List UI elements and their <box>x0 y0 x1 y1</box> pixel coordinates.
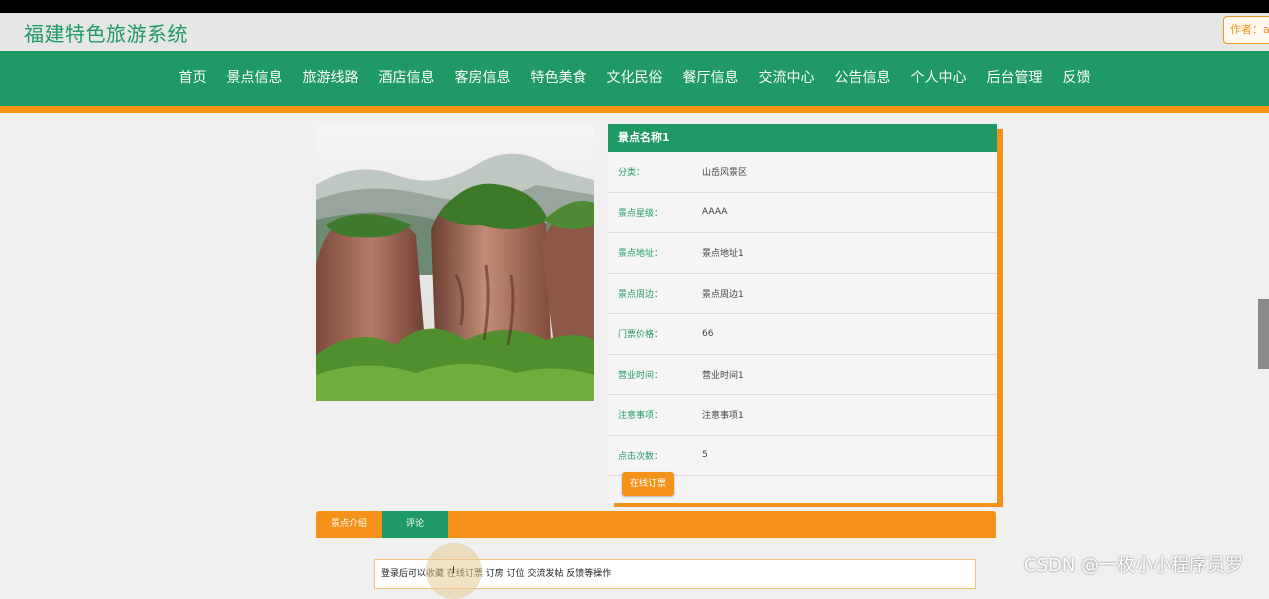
detail-value: AAAA <box>702 207 728 218</box>
nav-items: 首页 景点信息 旅游线路 酒店信息 客房信息 特色美食 文化民俗 餐厅信息 交流中心 公告信息 个人… <box>0 51 1269 106</box>
detail-row: 营业时间： 营业时间1 <box>608 355 997 395</box>
attraction-detail-panel: 景点名称1 分类： 山岳风景区 景点星级： AAAA 景点地址： 景点地址1 景点周边： 景点… <box>608 124 997 503</box>
detail-label: 景点地址： <box>618 249 664 260</box>
detail-value: 山岳风景区 <box>702 168 748 179</box>
detail-label: 门票价格： <box>618 330 664 341</box>
nav-item[interactable]: 交流中心 <box>749 51 825 106</box>
detail-value: 营业时间1 <box>702 370 744 381</box>
nav-item[interactable]: 景点信息 <box>217 51 293 106</box>
nav-item[interactable]: 餐厅信息 <box>673 51 749 106</box>
detail-value: 景点地址1 <box>702 249 744 260</box>
site-title[interactable]: 福建特色旅游系统 <box>24 18 188 47</box>
nav-item[interactable]: 首页 <box>169 51 217 106</box>
author-badge[interactable]: 作者：a <box>1223 16 1269 44</box>
detail-label: 营业时间： <box>618 370 664 381</box>
detail-row: 注意事项： 注意事项1 <box>608 395 997 436</box>
nav-item[interactable]: 反馈 <box>1053 51 1101 106</box>
online-booking-button[interactable]: 在线订票 <box>622 472 674 496</box>
detail-value: 注意事项1 <box>702 411 744 422</box>
nav-item[interactable]: 公告信息 <box>825 51 901 106</box>
attraction-name: 景点名称1 <box>608 124 997 152</box>
detail-value: 景点周边1 <box>702 289 744 300</box>
detail-value: 5 <box>702 450 708 461</box>
attraction-photo <box>316 125 594 401</box>
detail-row: 分类： 山岳风景区 <box>608 152 997 193</box>
detail-label: 点击次数： <box>618 451 664 462</box>
detail-row: 景点周边： 景点周边1 <box>608 274 997 314</box>
nav-accent-bar <box>0 106 1269 113</box>
content-tabs: 景点介绍 评论 <box>316 511 996 538</box>
detail-row: 景点地址： 景点地址1 <box>608 233 997 274</box>
window-top-bar <box>0 0 1269 13</box>
nav-item[interactable]: 个人中心 <box>901 51 977 106</box>
tab-intro[interactable]: 景点介绍 <box>316 511 382 538</box>
tab-comments[interactable]: 评论 <box>382 511 448 538</box>
nav-item[interactable]: 客房信息 <box>445 51 521 106</box>
detail-row: 门票价格： 66 <box>608 314 997 355</box>
nav-item[interactable]: 特色美食 <box>521 51 597 106</box>
main-nav: 首页 景点信息 旅游线路 酒店信息 客房信息 特色美食 文化民俗 餐厅信息 交流中心 公告信息 个人… <box>0 51 1269 106</box>
detail-row: 点击次数： 5 <box>608 436 997 476</box>
detail-value: 66 <box>702 328 714 339</box>
detail-rows: 分类： 山岳风景区景点星级： AAAA 景点地址： 景点地址1 景点周边： 景点周边1 门票价… <box>608 152 997 476</box>
detail-row: 景点星级： AAAA <box>608 193 997 233</box>
detail-label: 分类： <box>618 168 646 179</box>
watermark: CSDN @一枚小小程序员罗 <box>1024 555 1244 576</box>
detail-label: 景点周边： <box>618 289 664 300</box>
nav-item[interactable]: 旅游线路 <box>293 51 369 106</box>
nav-item[interactable]: 后台管理 <box>977 51 1053 106</box>
site-header: 福建特色旅游系统 作者：a <box>0 13 1269 51</box>
mountain-landscape-image <box>316 125 594 401</box>
nav-item[interactable]: 酒店信息 <box>369 51 445 106</box>
scrollbar-thumb[interactable] <box>1258 299 1269 369</box>
nav-item[interactable]: 文化民俗 <box>597 51 673 106</box>
detail-label: 注意事项： <box>618 411 664 422</box>
text-cursor-icon: I <box>452 565 455 576</box>
detail-label: 景点星级： <box>618 208 664 219</box>
